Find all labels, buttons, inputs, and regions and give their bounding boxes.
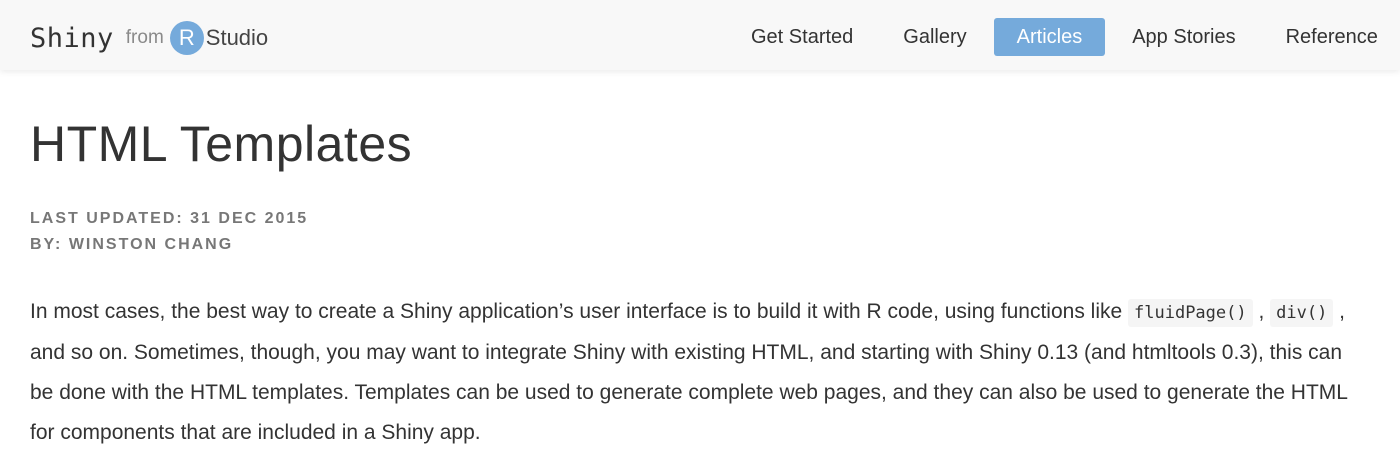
nav-item-reference[interactable]: Reference bbox=[1263, 18, 1400, 56]
brand-from-text: from bbox=[125, 27, 164, 48]
code-div: div() bbox=[1270, 299, 1334, 327]
nav-item-get-started[interactable]: Get Started bbox=[728, 18, 876, 56]
nav-item-articles[interactable]: Articles bbox=[993, 18, 1106, 56]
rstudio-logo: R Studio bbox=[169, 21, 269, 55]
top-navbar: Shiny from R Studio Get Started Gallery … bbox=[0, 0, 1400, 70]
page-title: HTML Templates bbox=[30, 116, 413, 172]
last-updated: Last updated: 31 Dec 2015 bbox=[30, 210, 309, 227]
intro-paragraph: In most cases, the best way to create a … bbox=[30, 292, 1360, 453]
r-circle-icon: R bbox=[169, 21, 204, 55]
intro-separator: , bbox=[1252, 300, 1271, 323]
main-nav: Get Started Gallery Articles App Stories… bbox=[728, 18, 1400, 56]
intro-text-part-1: In most cases, the best way to create a … bbox=[30, 300, 1129, 323]
nav-item-gallery[interactable]: Gallery bbox=[880, 18, 989, 56]
article-meta: Last updated: 31 Dec 2015 By: Winston Ch… bbox=[30, 206, 308, 258]
rstudio-text: Studio bbox=[205, 25, 269, 50]
author-byline: By: Winston Chang bbox=[30, 236, 234, 253]
brand-shiny-text: Shiny bbox=[30, 22, 114, 54]
nav-item-app-stories[interactable]: App Stories bbox=[1109, 18, 1258, 56]
code-fluidpage: fluidPage() bbox=[1128, 299, 1253, 327]
brand-logo[interactable]: Shiny from R Studio bbox=[30, 18, 268, 58]
